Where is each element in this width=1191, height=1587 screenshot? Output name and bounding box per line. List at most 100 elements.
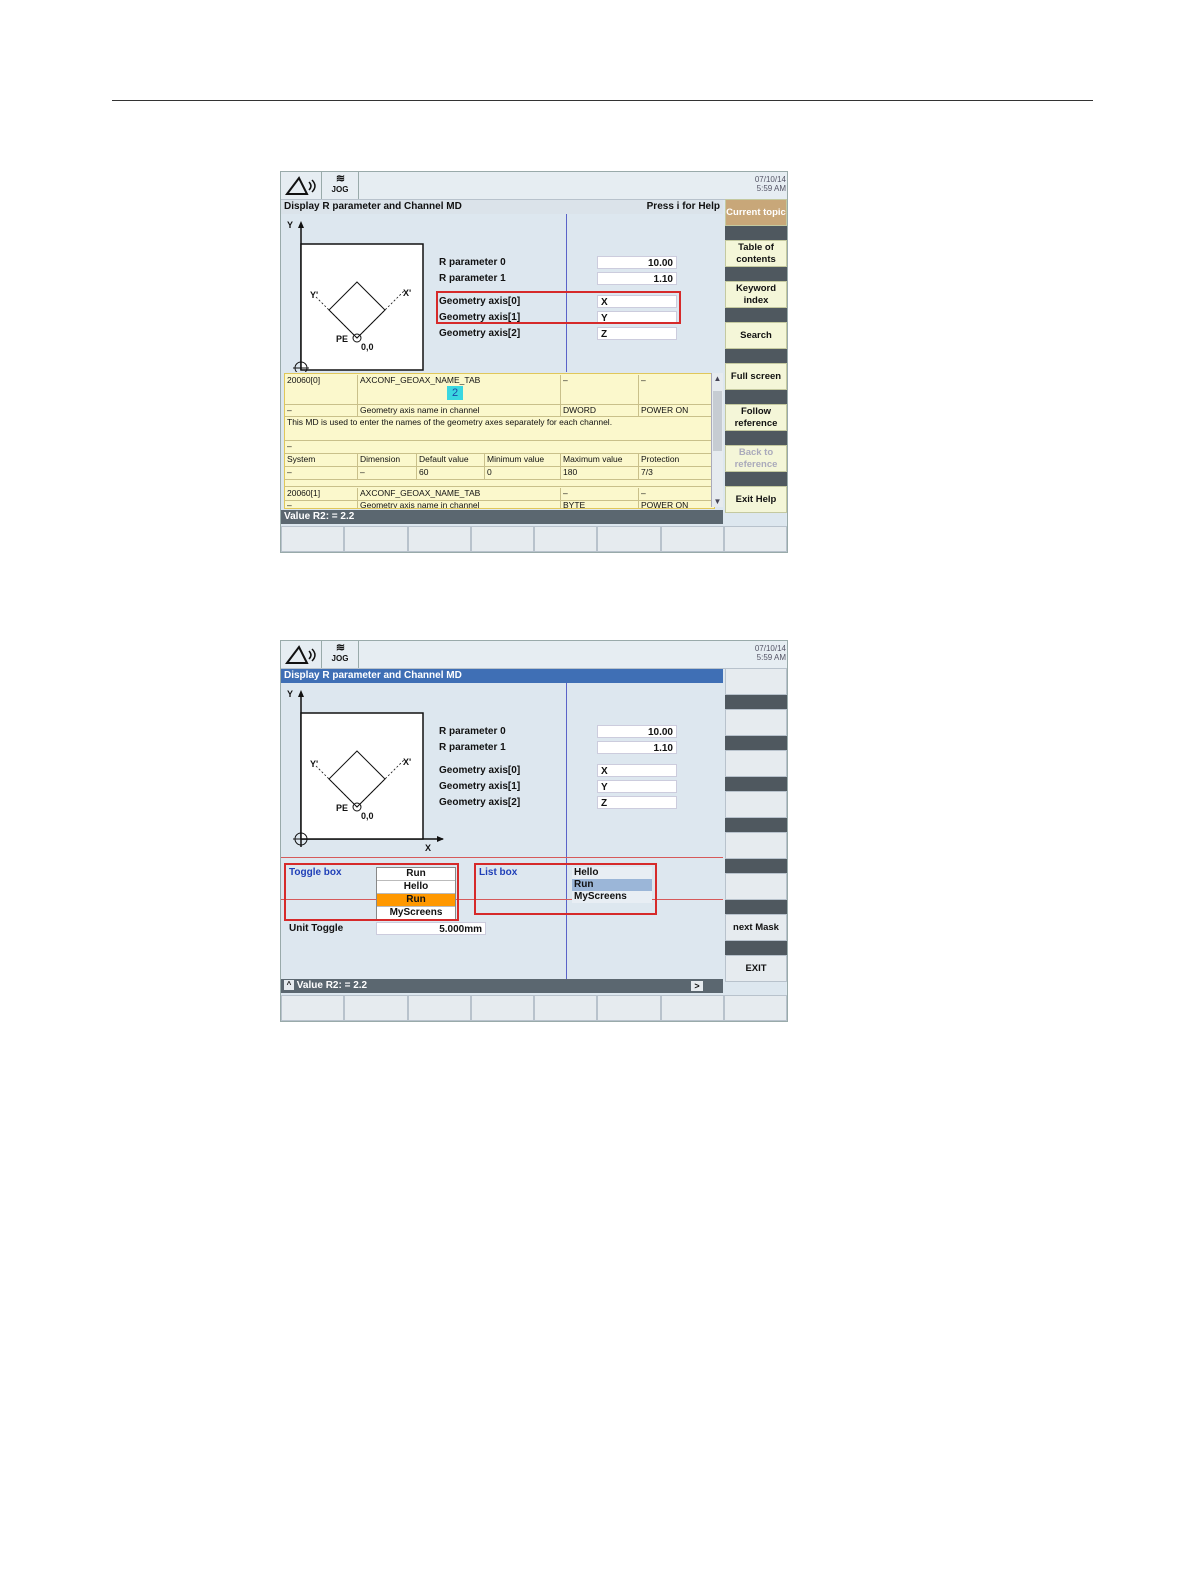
horizontal-softkeys [281, 995, 787, 1021]
horizontal-softkey[interactable] [534, 995, 598, 1021]
table-row: – [285, 440, 714, 454]
horizontal-softkey[interactable] [660, 995, 724, 1021]
softkey-current-topic[interactable]: Current topic [725, 199, 787, 226]
horizontal-softkey[interactable] [723, 995, 787, 1021]
next-arrow-icon[interactable]: > [691, 981, 703, 991]
softkey-1[interactable] [725, 668, 787, 695]
x-prime-label: X' [403, 757, 412, 767]
expand-status-icon[interactable]: ^ [284, 980, 294, 991]
md-cell: 60 [416, 467, 484, 480]
softkey-gap [725, 308, 787, 322]
geo-axis-0-label: Geometry axis[0] [439, 765, 521, 776]
horizontal-softkey[interactable] [597, 526, 661, 552]
softkey-gap [725, 267, 787, 281]
mode-label: JOG [331, 185, 349, 194]
horizontal-softkey[interactable] [660, 526, 724, 552]
softkey-gap [725, 859, 787, 873]
md-activation: POWER ON [638, 500, 714, 508]
softkey-6[interactable] [725, 873, 787, 900]
r-param-0-label: R parameter 0 [439, 726, 506, 737]
pe-label: PE [336, 803, 349, 813]
page-title-text: Display R parameter and Channel MD [284, 670, 462, 681]
horizontal-softkey[interactable] [344, 995, 408, 1021]
softkey-exit-help[interactable]: Exit Help [725, 486, 787, 513]
column-divider [566, 683, 567, 979]
horizontal-softkey[interactable] [723, 526, 787, 552]
help-hint: Press i for Help [646, 201, 720, 212]
softkey-full-screen[interactable]: Full screen [725, 363, 787, 390]
softkey-5[interactable] [725, 832, 787, 859]
r-param-0-field[interactable]: 10.00 [597, 256, 677, 269]
geo-axis-1-label: Geometry axis[1] [439, 781, 521, 792]
softkey-4[interactable] [725, 791, 787, 818]
softkey-next-mask[interactable]: next Mask [725, 914, 787, 941]
page-title-text: Display R parameter and Channel MD [284, 201, 462, 212]
horizontal-softkey[interactable] [281, 995, 345, 1021]
status-text: Value R2: = 2.2 [296, 980, 368, 991]
y-prime-label: Y' [310, 290, 319, 300]
softkey-gap [725, 695, 787, 709]
softkey-back-to-reference[interactable]: Back to reference [725, 445, 787, 472]
softkey-gap [725, 349, 787, 363]
y-axis-label: Y [287, 689, 294, 699]
geo-axis-0-field[interactable]: X [597, 764, 677, 777]
scroll-up-icon[interactable]: ▲ [712, 373, 723, 384]
scroll-down-icon[interactable]: ▼ [712, 496, 723, 507]
horizontal-softkey[interactable] [407, 995, 471, 1021]
geo-axis-1-field[interactable]: Y [597, 780, 677, 793]
status-bar: ^ Value R2: = 2.2 > [281, 979, 723, 993]
softkey-gap [725, 736, 787, 750]
siemens-logo-icon [281, 172, 322, 199]
origin-label: 0,0 [361, 342, 374, 352]
softkey-gap [725, 777, 787, 791]
coordinate-diagram [293, 690, 444, 847]
softkey-keyword-index[interactable]: Keyword index [725, 281, 787, 308]
softkey-exit[interactable]: EXIT [725, 955, 787, 982]
md-cell: 0 [484, 467, 560, 480]
x-axis-label: X [425, 843, 432, 853]
page-title: Display R parameter and Channel MD Press… [281, 200, 723, 214]
horizontal-softkey[interactable] [407, 526, 471, 552]
softkey-follow-reference[interactable]: Follow reference [725, 404, 787, 431]
siemens-logo-icon [281, 641, 322, 668]
page-title: Display R parameter and Channel MD [281, 669, 723, 683]
header-bar: ≋ JOG 07/10/14 5:59 AM [281, 641, 787, 669]
geo-axis-2-field[interactable]: Z [597, 327, 677, 340]
md-description: Geometry axis name in channel [357, 500, 560, 508]
r-param-0-field[interactable]: 10.00 [597, 725, 677, 738]
section-divider [281, 857, 723, 858]
softkey-search[interactable]: Search [725, 322, 787, 349]
horizontal-softkey[interactable] [281, 526, 345, 552]
unit-toggle-label: Unit Toggle [289, 923, 344, 934]
softkey-table-of-contents[interactable]: Table of contents [725, 240, 787, 267]
softkey-gap [725, 390, 787, 404]
horizontal-softkey[interactable] [344, 526, 408, 552]
softkey-gap [725, 431, 787, 445]
jog-wave-icon: ≋ [335, 173, 345, 185]
softkey-gap [725, 818, 787, 832]
softkey-gap [725, 941, 787, 955]
md-number: 20060[0] [287, 375, 321, 385]
softkey-3[interactable] [725, 750, 787, 777]
unit-toggle-field[interactable]: 5.000mm [376, 922, 486, 935]
horizontal-softkey[interactable] [470, 995, 534, 1021]
pe-label: PE [336, 334, 349, 344]
table-header-row: System Dimension Default value Minimum v… [285, 453, 714, 467]
table-row: – Geometry axis name in channel BYTE POW… [285, 499, 714, 508]
md-table-scrollbar[interactable]: ▲ ▼ [711, 373, 723, 507]
date-text: 07/10/14 [754, 644, 786, 653]
softkey-2[interactable] [725, 709, 787, 736]
horizontal-softkey[interactable] [597, 995, 661, 1021]
geo-axis-2-field[interactable]: Z [597, 796, 677, 809]
horizontal-softkey[interactable] [470, 526, 534, 552]
highlight-list-box [474, 863, 657, 915]
screen-help-view: ≋ JOG 07/10/14 5:59 AM Display R paramet… [280, 171, 788, 553]
horizontal-softkey[interactable] [534, 526, 598, 552]
r-param-1-field[interactable]: 1.10 [597, 272, 677, 285]
time-text: 5:59 AM [756, 184, 786, 193]
r-param-1-field[interactable]: 1.10 [597, 741, 677, 754]
md-help-table[interactable]: 20060[0] AXCONF_GEOAX_NAME_TAB – – – Geo… [284, 373, 715, 509]
md-cell: 7/3 [638, 467, 714, 480]
scroll-thumb[interactable] [713, 391, 722, 451]
softkey-gap [725, 900, 787, 914]
